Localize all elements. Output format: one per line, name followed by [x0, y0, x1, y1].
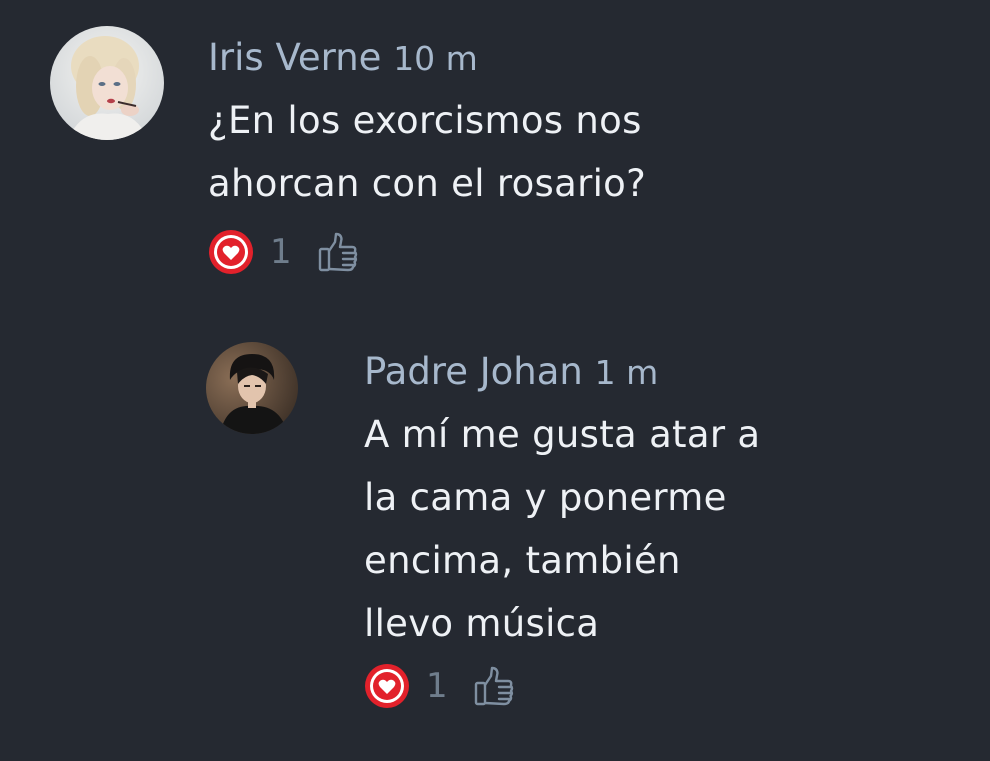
comment-body: Padre Johan 1 m A mí me gusta atar a la …	[364, 350, 924, 709]
like-count: 1	[426, 666, 448, 706]
comment-text-line: llevo música	[364, 602, 600, 645]
comment-text: A mí me gusta atar a la cama y ponerme e…	[364, 403, 924, 655]
comment-text-line: encima, también	[364, 539, 681, 582]
heart-icon[interactable]	[364, 663, 410, 709]
comment-text: ¿En los exorcismos nos ahorcan con el ro…	[208, 89, 768, 215]
author-name[interactable]: Padre Johan	[364, 350, 583, 393]
comment-body: Iris Verne 10 m ¿En los exorcismos nos a…	[208, 36, 768, 275]
avatar[interactable]	[50, 26, 164, 140]
avatar-photo	[206, 342, 298, 434]
comment-text-line: ahorcan con el rosario?	[208, 162, 647, 205]
thumbs-up-icon[interactable]	[472, 664, 516, 708]
timestamp: 10 m	[393, 39, 478, 78]
like-count: 1	[270, 232, 292, 272]
author-line: Padre Johan 1 m	[364, 350, 924, 395]
comment-actions: 1	[364, 663, 924, 709]
comment-text-line: la cama y ponerme	[364, 476, 727, 519]
avatar[interactable]	[206, 342, 298, 434]
heart-icon[interactable]	[208, 229, 254, 275]
avatar-photo	[50, 26, 164, 140]
author-line: Iris Verne 10 m	[208, 36, 768, 81]
timestamp: 1 m	[594, 353, 659, 392]
thumbs-up-icon[interactable]	[316, 230, 360, 274]
author-name[interactable]: Iris Verne	[208, 36, 381, 79]
comment-text-line: A mí me gusta atar a	[364, 413, 761, 456]
comment-actions: 1	[208, 229, 768, 275]
comment-text-line: ¿En los exorcismos nos	[208, 99, 642, 142]
